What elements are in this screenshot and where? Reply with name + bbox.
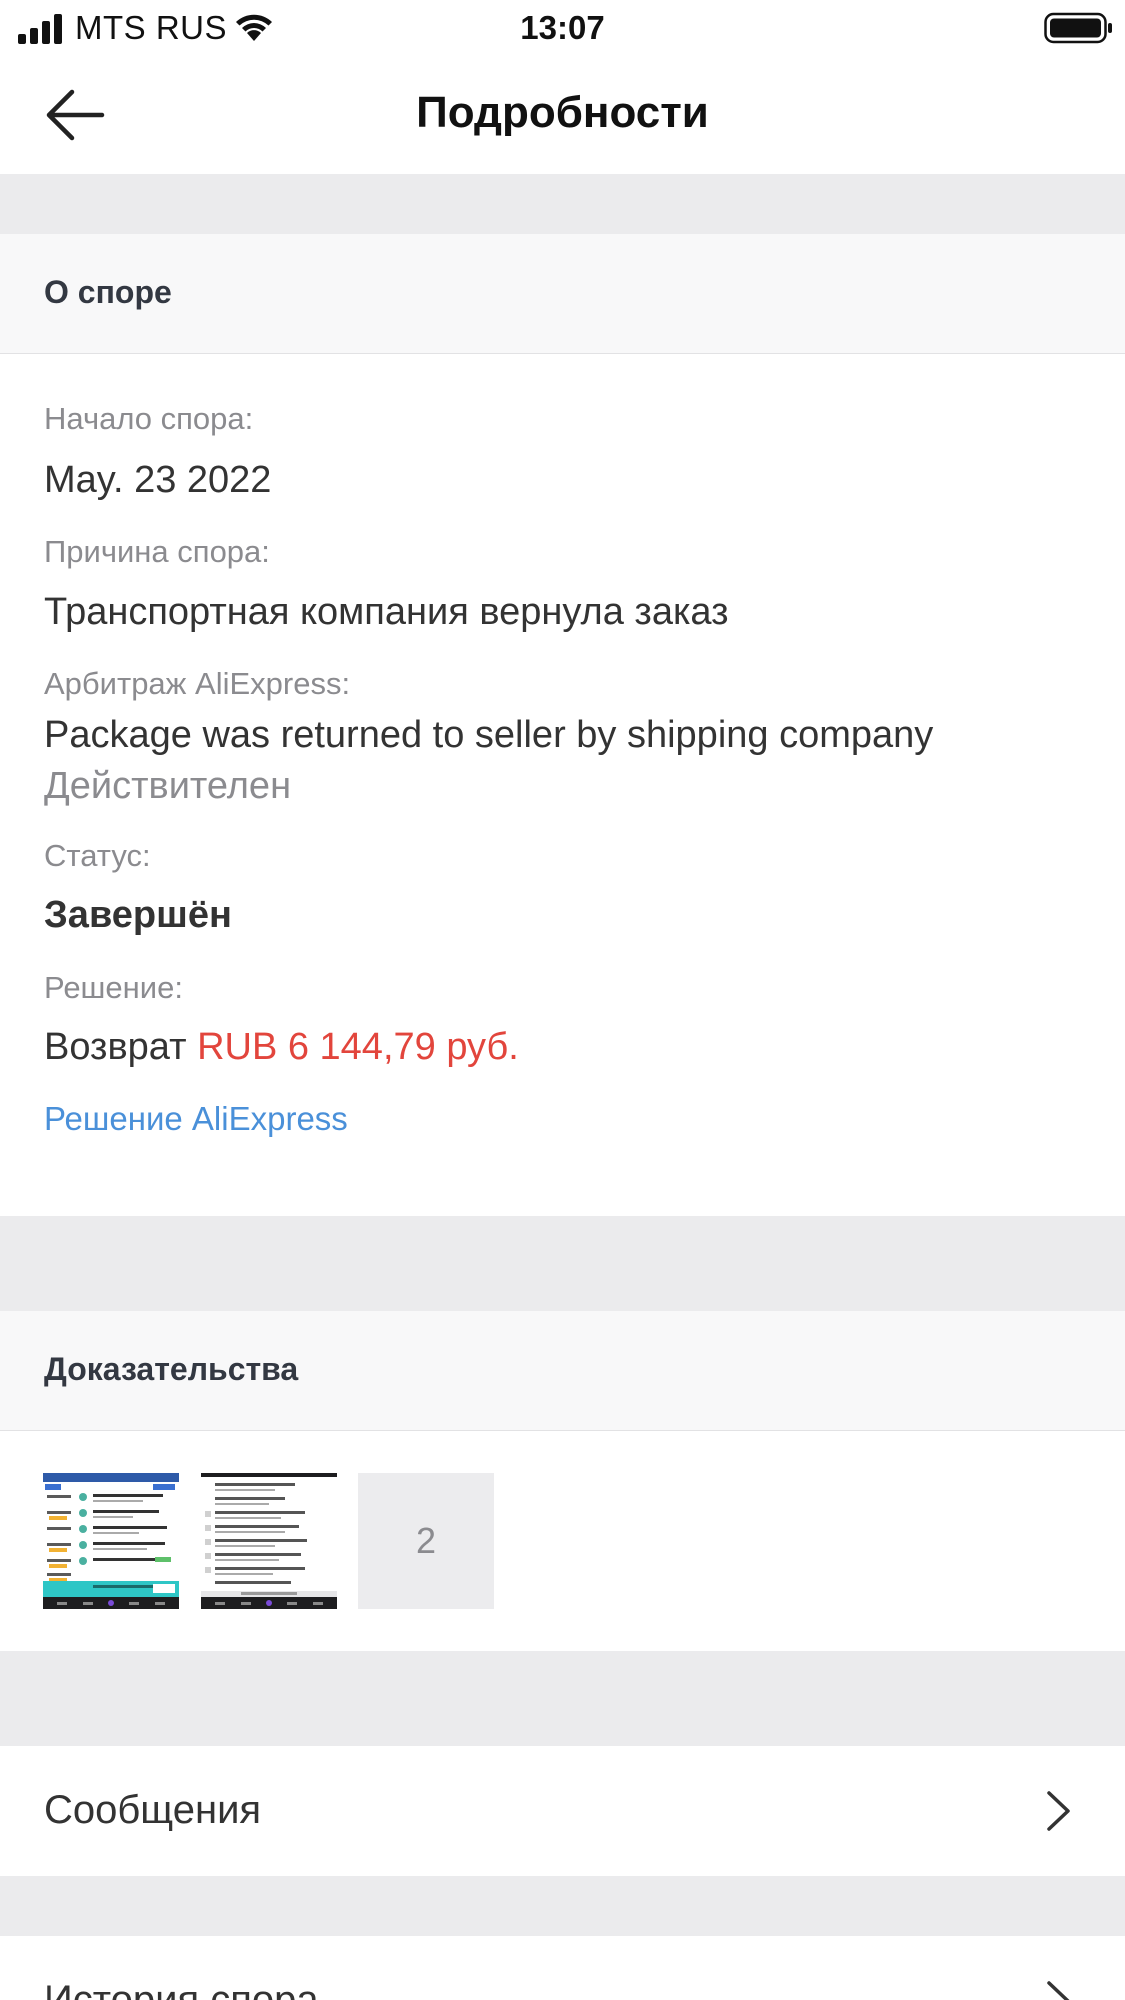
section-divider (0, 1651, 1125, 1746)
page-title: Подробности (416, 88, 709, 137)
evidence-thumbnail[interactable] (43, 1473, 179, 1609)
status-bar: MTS RUS 13:07 (0, 0, 1125, 58)
arbitration-label: Арбитраж AliExpress: (44, 666, 351, 701)
dispute-info-panel: Начало спора: May. 23 2022 Причина спора… (0, 354, 1125, 1216)
section-divider (0, 174, 1125, 234)
refund-amount: RUB 6 144,79 руб. (197, 1026, 519, 1068)
start-date-label: Начало спора: (44, 401, 254, 436)
messages-row[interactable]: Сообщения (0, 1746, 1125, 1876)
evidence-section-header: Доказательства (0, 1311, 1125, 1431)
start-date-value: May. 23 2022 (44, 459, 272, 501)
section-divider (0, 1216, 1125, 1311)
chevron-right-icon (1047, 1791, 1070, 1831)
messages-label: Сообщения (44, 1788, 262, 1832)
reason-label: Причина спора: (44, 534, 270, 569)
evidence-thumbnail[interactable] (201, 1473, 337, 1609)
resolution-label: Решение: (44, 970, 183, 1005)
evidence-section-title: Доказательства (44, 1351, 299, 1387)
aliexpress-resolution-link[interactable]: Решение AliExpress (44, 1100, 348, 1138)
resolution-value: Возврат RUB 6 144,79 руб. (44, 1026, 519, 1069)
battery-icon (1044, 12, 1112, 44)
evidence-gallery: 2 (0, 1431, 1125, 1651)
dispute-section-header: О споре (0, 234, 1125, 354)
dispute-history-row[interactable]: История спора (0, 1936, 1125, 2000)
reason-value: Транспортная компания вернула заказ (44, 591, 729, 633)
more-evidence-count[interactable]: 2 (358, 1473, 494, 1609)
dispute-section-title: О споре (44, 274, 172, 310)
arbitration-value: Package was returned to seller by shippi… (44, 714, 934, 756)
resolution-prefix: Возврат (44, 1026, 187, 1068)
status-label: Статус: (44, 838, 151, 873)
history-label: История спора (44, 1978, 319, 2000)
section-divider (0, 1876, 1125, 1936)
clock: 13:07 (520, 9, 605, 46)
dispute-details-screen: MTS RUS 13:07 Подробности О споре Начало… (0, 0, 1125, 2000)
navigation-bar: Подробности (0, 58, 1125, 174)
arbitration-validity: Действителен (44, 765, 292, 807)
status-value: Завершён (44, 894, 232, 936)
chevron-right-icon (1047, 1981, 1070, 2000)
